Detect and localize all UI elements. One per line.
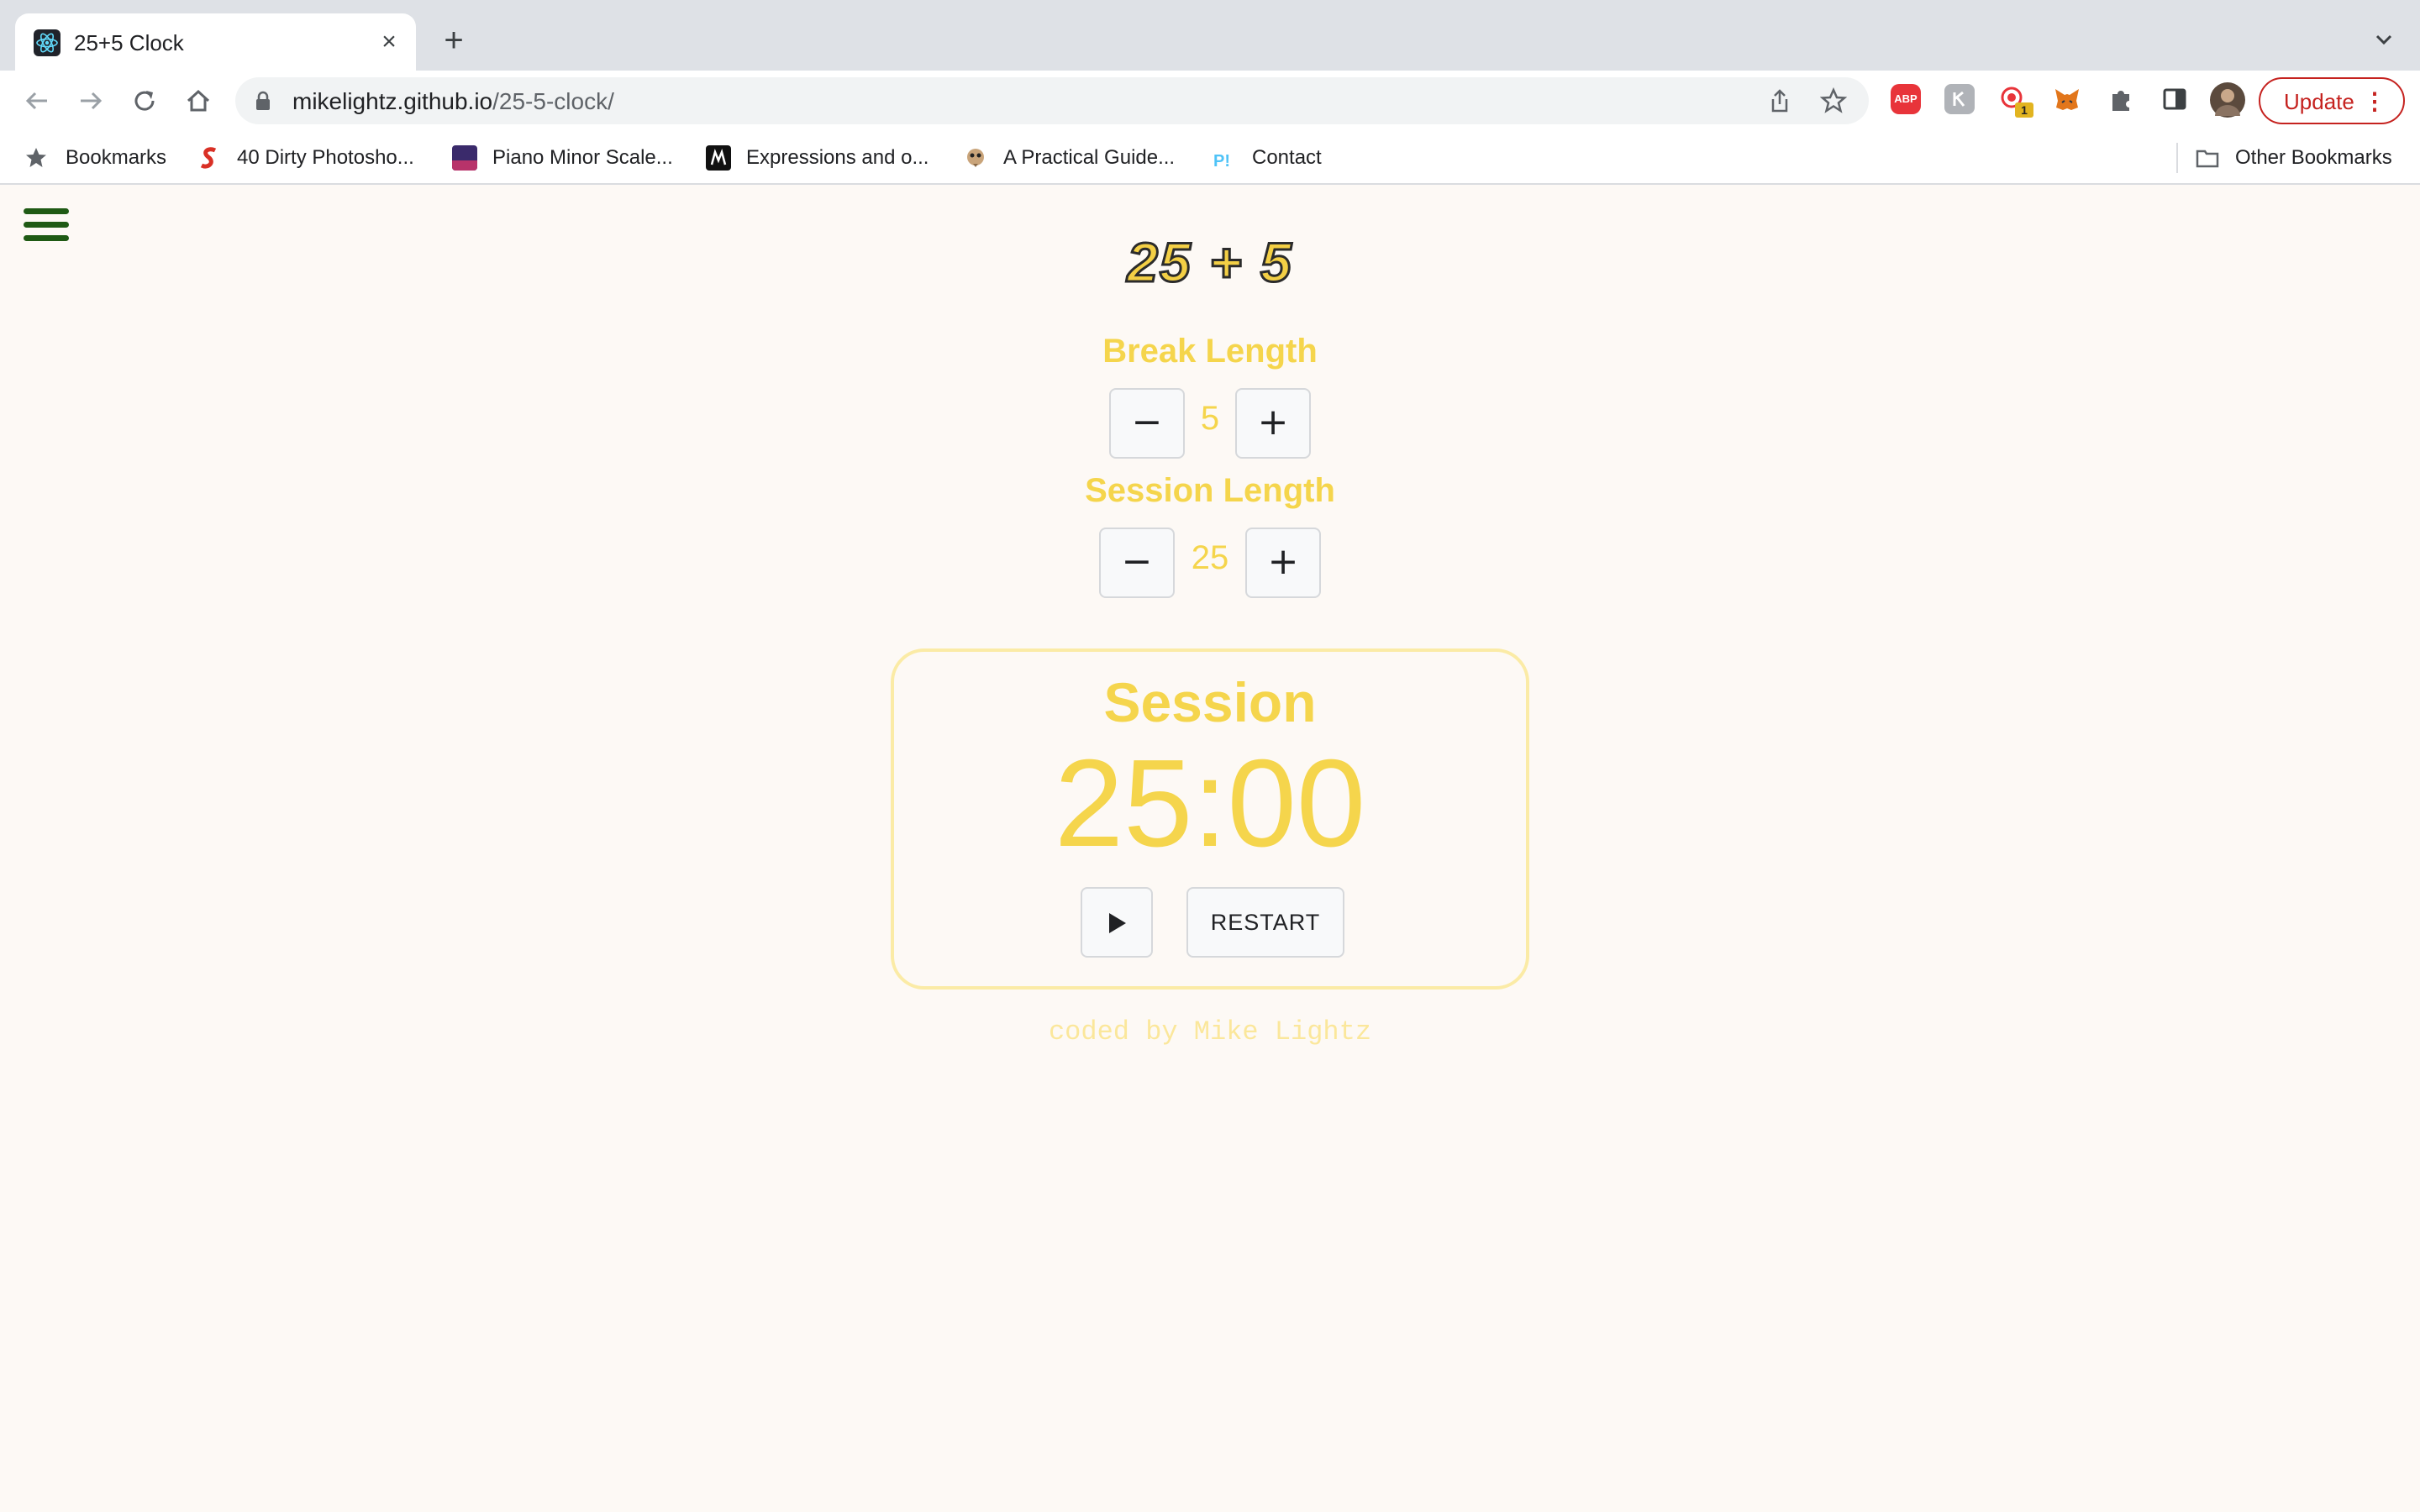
session-length-label: Session Length bbox=[1085, 472, 1335, 509]
bookmark-item-photoshop[interactable]: 40 Dirty Photosho... bbox=[197, 143, 414, 173]
side-panel-icon[interactable] bbox=[2160, 84, 2190, 114]
menu-dots-icon: ⋮ bbox=[2363, 88, 2386, 114]
app-title: 25 + 5 bbox=[1126, 230, 1293, 295]
url-domain: mikelightz.github.io bbox=[292, 88, 493, 114]
home-icon[interactable] bbox=[182, 84, 215, 118]
timer-label: Session bbox=[1103, 671, 1317, 733]
meerkat-icon bbox=[967, 149, 984, 167]
bookmark-label: Piano Minor Scale... bbox=[492, 146, 673, 169]
restart-button[interactable]: RESTART bbox=[1186, 887, 1344, 958]
svg-text:P!: P! bbox=[1213, 152, 1230, 171]
bookmark-label: Expressions and o... bbox=[746, 146, 929, 169]
profile-avatar[interactable] bbox=[2210, 82, 2245, 118]
react-favicon-icon bbox=[34, 29, 60, 56]
break-increment-button[interactable]: + bbox=[1235, 388, 1311, 459]
other-bookmarks[interactable]: Other Bookmarks bbox=[2195, 143, 2392, 173]
piano-thumb-icon bbox=[452, 145, 477, 171]
url-text: mikelightz.github.io/25-5-clock/ bbox=[292, 88, 614, 115]
address-bar[interactable]: mikelightz.github.io/25-5-clock/ bbox=[235, 77, 1869, 124]
extension-badge: 1 bbox=[2015, 102, 2033, 118]
star-icon bbox=[26, 148, 46, 167]
time-left: 25:00 bbox=[1054, 734, 1366, 873]
new-tab-icon[interactable]: + bbox=[437, 24, 471, 57]
timer-panel: Session 25:00 RESTART bbox=[891, 648, 1529, 990]
tab-strip: 25+5 Clock × + bbox=[0, 0, 2420, 71]
break-length-value: 5 bbox=[1200, 400, 1220, 437]
tab-close-icon[interactable]: × bbox=[376, 29, 402, 55]
bookmark-label: Bookmarks bbox=[66, 146, 167, 169]
browser-toolbar: mikelightz.github.io/25-5-clock/ ABP 1 U… bbox=[0, 71, 2420, 131]
url-path: /25-5-clock/ bbox=[492, 88, 614, 114]
bookmark-item-expressions[interactable]: Expressions and o... bbox=[706, 143, 929, 173]
session-length-value: 25 bbox=[1191, 539, 1229, 576]
metamask-fox-icon[interactable] bbox=[2052, 84, 2082, 114]
other-bookmarks-label: Other Bookmarks bbox=[2235, 146, 2392, 169]
browser-tab[interactable]: 25+5 Clock × bbox=[15, 13, 416, 71]
bookmark-item-contact[interactable]: P! Contact bbox=[1212, 143, 1322, 173]
update-button[interactable]: Update ⋮ bbox=[2259, 77, 2405, 124]
session-decrement-button[interactable]: − bbox=[1099, 528, 1175, 598]
bookmarks-bar: Bookmarks 40 Dirty Photosho... Piano Min… bbox=[0, 131, 2420, 185]
bookmarks-separator bbox=[2176, 143, 2178, 173]
lock-icon bbox=[254, 91, 272, 111]
back-icon[interactable] bbox=[20, 84, 54, 118]
break-decrement-button[interactable]: − bbox=[1109, 388, 1185, 459]
grey-extension-icon[interactable] bbox=[1944, 84, 1975, 114]
s-logo-icon bbox=[200, 147, 217, 169]
m-logo-icon bbox=[706, 145, 731, 171]
folder-icon bbox=[2196, 150, 2219, 168]
tab-title: 25+5 Clock bbox=[74, 30, 184, 55]
bookmark-label: A Practical Guide... bbox=[1003, 146, 1176, 169]
play-icon bbox=[1109, 913, 1126, 933]
share-icon[interactable] bbox=[1766, 87, 1793, 114]
forward-icon[interactable] bbox=[74, 84, 108, 118]
bookmark-star-icon[interactable] bbox=[1819, 87, 1848, 114]
bookmark-item-piano[interactable]: Piano Minor Scale... bbox=[452, 143, 673, 173]
reload-icon[interactable] bbox=[128, 84, 161, 118]
record-extension-icon[interactable]: 1 bbox=[1998, 84, 2033, 118]
footer-credit: coded by Mike Lightz bbox=[1048, 1016, 1372, 1047]
tab-search-chevron-icon[interactable] bbox=[2371, 27, 2396, 52]
start-stop-button[interactable] bbox=[1081, 887, 1153, 958]
p-logo-icon: P! bbox=[1213, 152, 1230, 171]
extensions-puzzle-icon[interactable] bbox=[2106, 84, 2136, 114]
bookmark-label: 40 Dirty Photosho... bbox=[237, 146, 414, 169]
break-length-label: Break Length bbox=[1102, 333, 1318, 370]
bookmark-label: Contact bbox=[1252, 146, 1322, 169]
bookmark-item-bookmarks[interactable]: Bookmarks bbox=[24, 143, 166, 173]
adblock-extension-icon[interactable]: ABP bbox=[1891, 84, 1921, 114]
session-increment-button[interactable]: + bbox=[1245, 528, 1321, 598]
bookmark-item-practical-guide[interactable]: A Practical Guide... bbox=[963, 143, 1175, 173]
update-label: Update bbox=[2284, 89, 2354, 114]
page-content: 25 + 5 Break Length − 5 + Session Length… bbox=[0, 186, 2420, 1512]
